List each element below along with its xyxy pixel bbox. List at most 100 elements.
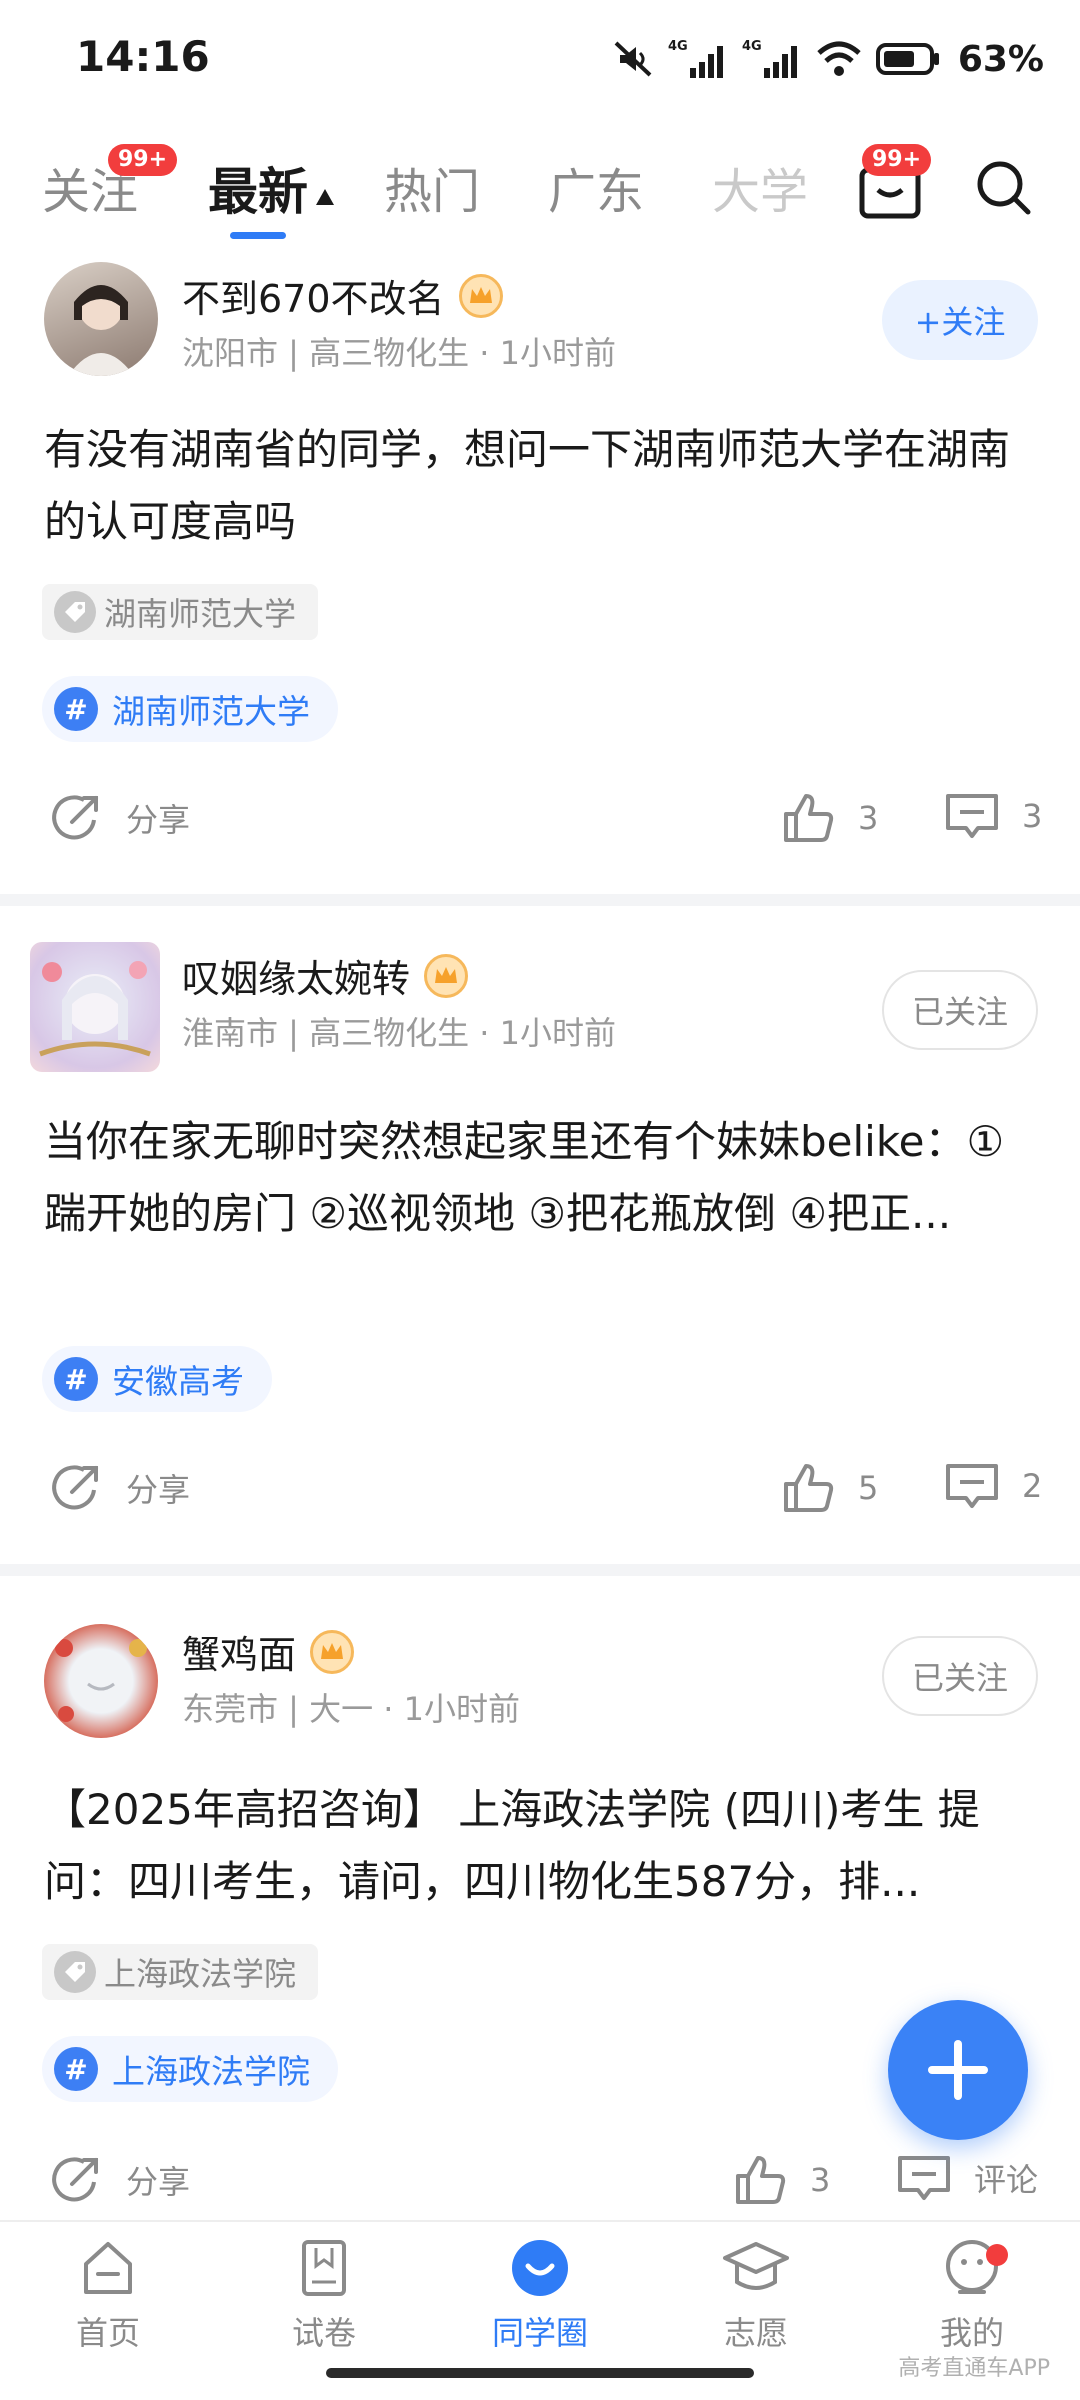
followed-button[interactable]: 已关注 [882, 1636, 1038, 1716]
share-label: 分享 [126, 801, 191, 839]
battery-percent: 63% [957, 38, 1044, 80]
school-tag-label: 湖南师范大学 [104, 595, 297, 633]
post-card[interactable]: 不到670不改名 沈阳市 | 高三物化生 · 1小时前 +关注 有没有湖南省的同… [0, 256, 1080, 896]
mute-icon [614, 41, 652, 77]
svg-text:4G: 4G [742, 39, 762, 54]
post-card[interactable]: 叹姻缘太婉转 淮南市 | 高三物化生 · 1小时前 已关注 当你在家无聊时突然想… [0, 936, 1080, 1572]
thumbs-up-icon [736, 2156, 786, 2204]
post-text[interactable]: 当你在家无聊时突然想起家里还有个妹妹belike：①踹开她的房门 ②巡视领地 ③… [44, 1106, 1044, 1250]
create-post-button[interactable] [888, 2000, 1028, 2140]
search-icon[interactable] [974, 158, 1034, 222]
tab-university[interactable]: 大学 [712, 152, 808, 222]
comment-icon [898, 2156, 950, 2200]
thumbs-up-icon [784, 794, 834, 842]
app-watermark: 高考直通车APP [898, 2356, 1050, 2381]
topic-tag-label: 湖南师范大学 [112, 692, 310, 731]
comment-button[interactable]: 3 [944, 790, 1042, 842]
status-time: 14:16 [76, 32, 210, 81]
username-text: 蟹鸡面 [182, 1633, 297, 1677]
topic-tag[interactable]: # 上海政法学院 [42, 2036, 338, 2102]
username-text: 叹姻缘太婉转 [182, 957, 411, 1001]
crown-icon [458, 273, 503, 318]
active-tab-indicator [230, 232, 286, 239]
following-badge: 99+ [108, 144, 178, 176]
signal-icon-2: 4G [742, 39, 797, 78]
topic-tag-label: 安徽高考 [112, 1362, 244, 1401]
thumbs-up-icon [784, 1464, 834, 1512]
topic-tag[interactable]: # 湖南师范大学 [42, 676, 338, 742]
nav-home[interactable]: 首页 [28, 2236, 188, 2354]
nav-volunteer-label: 志愿 [723, 2314, 788, 2352]
nav-papers-label: 试卷 [291, 2314, 356, 2352]
like-count: 3 [858, 799, 879, 837]
home-indicator[interactable] [326, 2368, 754, 2378]
school-tag[interactable]: 上海政法学院 [42, 1944, 319, 2000]
hash-icon: # [54, 687, 98, 731]
topic-tag-label: 上海政法学院 [112, 2052, 310, 2091]
top-tab-bar: 关注 99+ 最新 热门 广东 大学 99+ [0, 140, 1080, 250]
share-label: 分享 [126, 1471, 191, 1509]
school-tag[interactable]: 湖南师范大学 [42, 584, 319, 640]
paper-icon [302, 2240, 346, 2296]
nav-mine[interactable]: 我的 [892, 2236, 1052, 2354]
school-tag-label: 上海政法学院 [104, 1955, 297, 1993]
post-meta: 淮南市 | 高三物化生 · 1小时前 [182, 1014, 617, 1052]
avatar[interactable] [30, 942, 160, 1072]
share-icon [52, 2157, 98, 2202]
comment-icon [946, 1464, 998, 1508]
crown-icon [424, 953, 469, 998]
username[interactable]: 叹姻缘太婉转 [182, 948, 469, 1003]
comment-button[interactable]: 评论 [896, 2152, 1038, 2204]
like-count: 5 [858, 1469, 879, 1507]
crown-icon [310, 1629, 355, 1674]
home-icon [84, 2242, 132, 2294]
tab-guangdong[interactable]: 广东 [548, 152, 644, 222]
share-button[interactable]: 分享 [48, 790, 190, 846]
share-button[interactable]: 分享 [48, 2152, 190, 2208]
like-button[interactable]: 3 [732, 2152, 830, 2208]
mail-badge: 99+ [862, 144, 932, 176]
battery-icon [875, 43, 939, 75]
post-divider [0, 1564, 1080, 1576]
username-text: 不到670不改名 [182, 277, 445, 321]
topic-tag[interactable]: # 安徽高考 [42, 1346, 272, 1412]
tab-latest[interactable]: 最新 [208, 152, 334, 224]
comment-count: 2 [1022, 1467, 1043, 1505]
username[interactable]: 不到670不改名 [182, 268, 503, 323]
nav-classmates[interactable]: 同学圈 [460, 2236, 620, 2354]
tag-icon [54, 1951, 96, 1993]
share-icon [52, 1465, 98, 1510]
post-actions: 分享 3 评论 [0, 2144, 1080, 2214]
hash-icon: # [54, 1357, 98, 1401]
post-divider [0, 894, 1080, 906]
status-icons: 4G 4G 63% [610, 34, 1044, 84]
follow-button[interactable]: +关注 [882, 280, 1038, 360]
tab-hot[interactable]: 热门 [384, 152, 480, 222]
svg-text:4G: 4G [668, 39, 688, 54]
post-text[interactable]: 【2025年高招咨询】 上海政法学院 (四川)考生 提问：四川考生，请问，四川物… [44, 1774, 1044, 1918]
post-meta: 沈阳市 | 高三物化生 · 1小时前 [182, 334, 617, 372]
username[interactable]: 蟹鸡面 [182, 1624, 355, 1679]
avatar[interactable] [44, 1624, 158, 1738]
tab-latest-label: 最新 [208, 163, 308, 221]
post-actions: 分享 3 3 [0, 782, 1080, 852]
comment-label: 评论 [974, 2161, 1039, 2199]
nav-papers[interactable]: 试卷 [244, 2236, 404, 2354]
wifi-icon [817, 41, 861, 76]
avatar[interactable] [44, 262, 158, 376]
comment-count: 3 [1022, 797, 1043, 835]
graduation-cap-icon [723, 2242, 789, 2290]
share-icon [52, 795, 98, 840]
share-button[interactable]: 分享 [48, 1460, 190, 1516]
like-count: 3 [810, 2161, 831, 2199]
post-text[interactable]: 有没有湖南省的同学，想问一下湖南师范大学在湖南的认可度高吗 [44, 414, 1044, 558]
comment-button[interactable]: 2 [944, 1460, 1042, 1512]
hash-icon: # [54, 2047, 98, 2091]
plus-icon [928, 2040, 988, 2100]
like-button[interactable]: 3 [780, 790, 878, 846]
tag-icon [54, 591, 96, 633]
nav-volunteer[interactable]: 志愿 [676, 2236, 836, 2354]
signal-icon: 4G [668, 39, 723, 78]
followed-button[interactable]: 已关注 [882, 970, 1038, 1050]
like-button[interactable]: 5 [780, 1460, 878, 1516]
